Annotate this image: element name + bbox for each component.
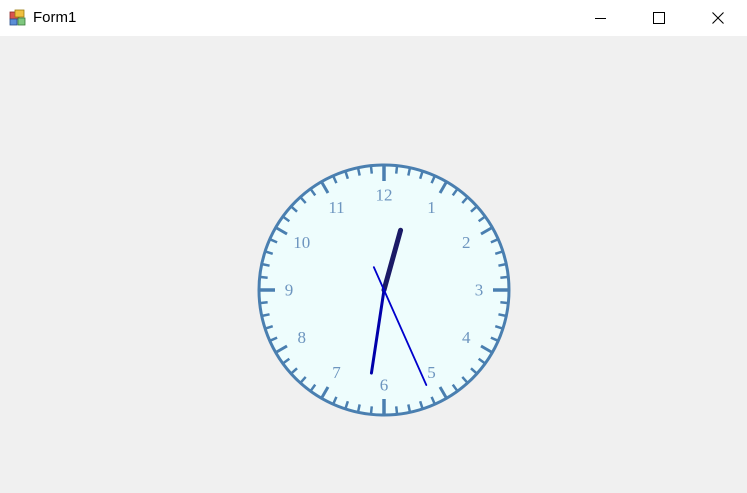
- title-bar[interactable]: Form1: [0, 0, 747, 36]
- main-window: Form1 12 1 2 3 4 5 6 7 8 9 10 11: [0, 0, 747, 493]
- maximize-button[interactable]: [630, 0, 688, 36]
- minute-tick: [369, 406, 374, 414]
- minute-tick: [500, 300, 508, 305]
- clock-numeral-11: 11: [328, 198, 344, 217]
- minute-tick: [260, 275, 268, 280]
- minute-tick: [394, 406, 399, 414]
- clock-numeral-6: 6: [380, 376, 389, 395]
- maximize-icon: [653, 12, 665, 24]
- minute-tick: [500, 275, 508, 280]
- winforms-app-icon: [9, 9, 27, 27]
- clock-numeral-8: 8: [297, 328, 306, 347]
- clock-numeral-7: 7: [332, 363, 341, 382]
- minute-tick: [262, 313, 270, 318]
- clock-numeral-1: 1: [427, 198, 436, 217]
- close-icon: [712, 12, 724, 24]
- clock-numeral-2: 2: [462, 233, 471, 252]
- clock-numeral-5: 5: [427, 363, 436, 382]
- clock-numeral-10: 10: [293, 233, 310, 252]
- minute-tick: [407, 404, 412, 412]
- minute-tick: [498, 262, 506, 267]
- minute-tick: [356, 168, 361, 176]
- minute-tick: [407, 168, 412, 176]
- clock-numeral-4: 4: [462, 328, 471, 347]
- analog-clock: 121234567891011: [257, 163, 511, 417]
- minimize-icon: [595, 12, 607, 24]
- clock-numeral-3: 3: [475, 281, 484, 300]
- close-button[interactable]: [689, 0, 747, 36]
- minimize-button[interactable]: [572, 0, 630, 36]
- minute-tick: [262, 262, 270, 267]
- form-client-area: 12 1 2 3 4 5 6 7 8 9 10 11: [0, 36, 747, 493]
- minute-tick: [498, 313, 506, 318]
- window-title: Form1: [33, 9, 77, 26]
- minute-tick: [260, 300, 268, 305]
- minute-tick: [356, 404, 361, 412]
- minute-tick: [394, 166, 399, 174]
- clock-numeral-12: 12: [376, 186, 393, 205]
- clock-numeral-9: 9: [285, 281, 294, 300]
- minute-tick: [369, 166, 374, 174]
